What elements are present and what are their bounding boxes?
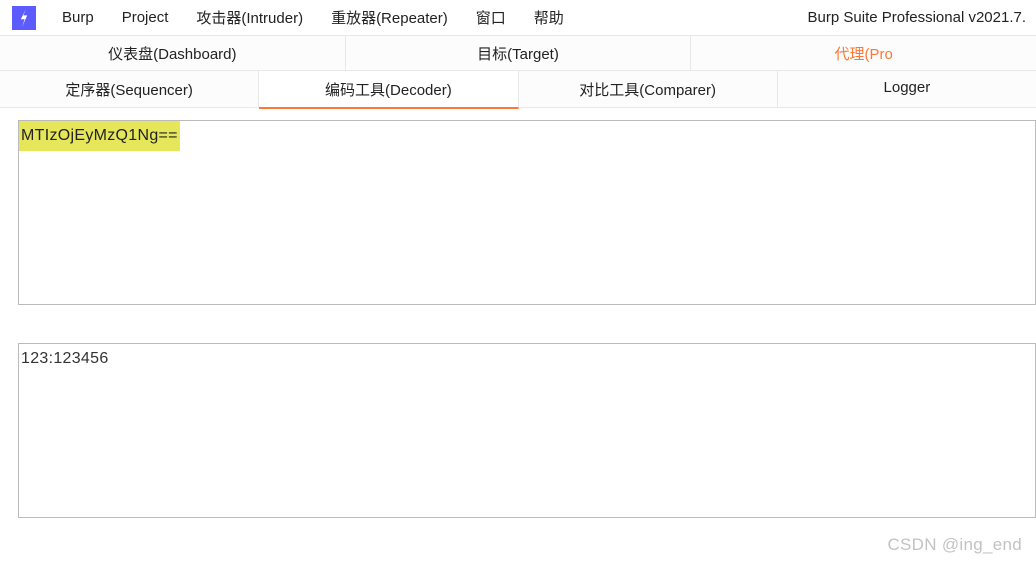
menu-burp[interactable]: Burp — [48, 3, 108, 32]
decoder-content: MTIzOjEyMzQ1Ng== 123:123456 — [0, 108, 1036, 518]
decoder-output-panel[interactable]: 123:123456 — [18, 343, 1036, 518]
watermark: CSDN @ing_end — [887, 535, 1022, 555]
decoder-input-panel[interactable]: MTIzOjEyMzQ1Ng== — [18, 120, 1036, 305]
secondary-tabs: 定序器(Sequencer) 编码工具(Decoder) 对比工具(Compar… — [0, 71, 1036, 108]
decoder-input-text[interactable]: MTIzOjEyMzQ1Ng== — [19, 121, 180, 151]
menu-intruder[interactable]: 攻击器(Intruder) — [182, 1, 317, 34]
app-title: Burp Suite Professional v2021.7. — [808, 9, 1028, 26]
primary-tabs: 仪表盘(Dashboard) 目标(Target) 代理(Pro — [0, 36, 1036, 71]
tab-comparer[interactable]: 对比工具(Comparer) — [519, 71, 778, 108]
tab-decoder[interactable]: 编码工具(Decoder) — [259, 71, 518, 109]
tab-target[interactable]: 目标(Target) — [346, 36, 692, 71]
tab-dashboard[interactable]: 仪表盘(Dashboard) — [0, 36, 346, 71]
menu-window[interactable]: 窗口 — [462, 1, 520, 34]
menubar: Burp Project 攻击器(Intruder) 重放器(Repeater)… — [0, 0, 1036, 36]
menu-help[interactable]: 帮助 — [520, 1, 578, 34]
menu-project[interactable]: Project — [108, 3, 183, 32]
app-logo-icon — [12, 6, 36, 30]
tab-proxy[interactable]: 代理(Pro — [691, 36, 1036, 71]
menu-repeater[interactable]: 重放器(Repeater) — [317, 1, 462, 34]
decoder-output-text: 123:123456 — [19, 344, 111, 374]
tab-sequencer[interactable]: 定序器(Sequencer) — [0, 71, 259, 108]
tab-logger[interactable]: Logger — [778, 71, 1036, 108]
